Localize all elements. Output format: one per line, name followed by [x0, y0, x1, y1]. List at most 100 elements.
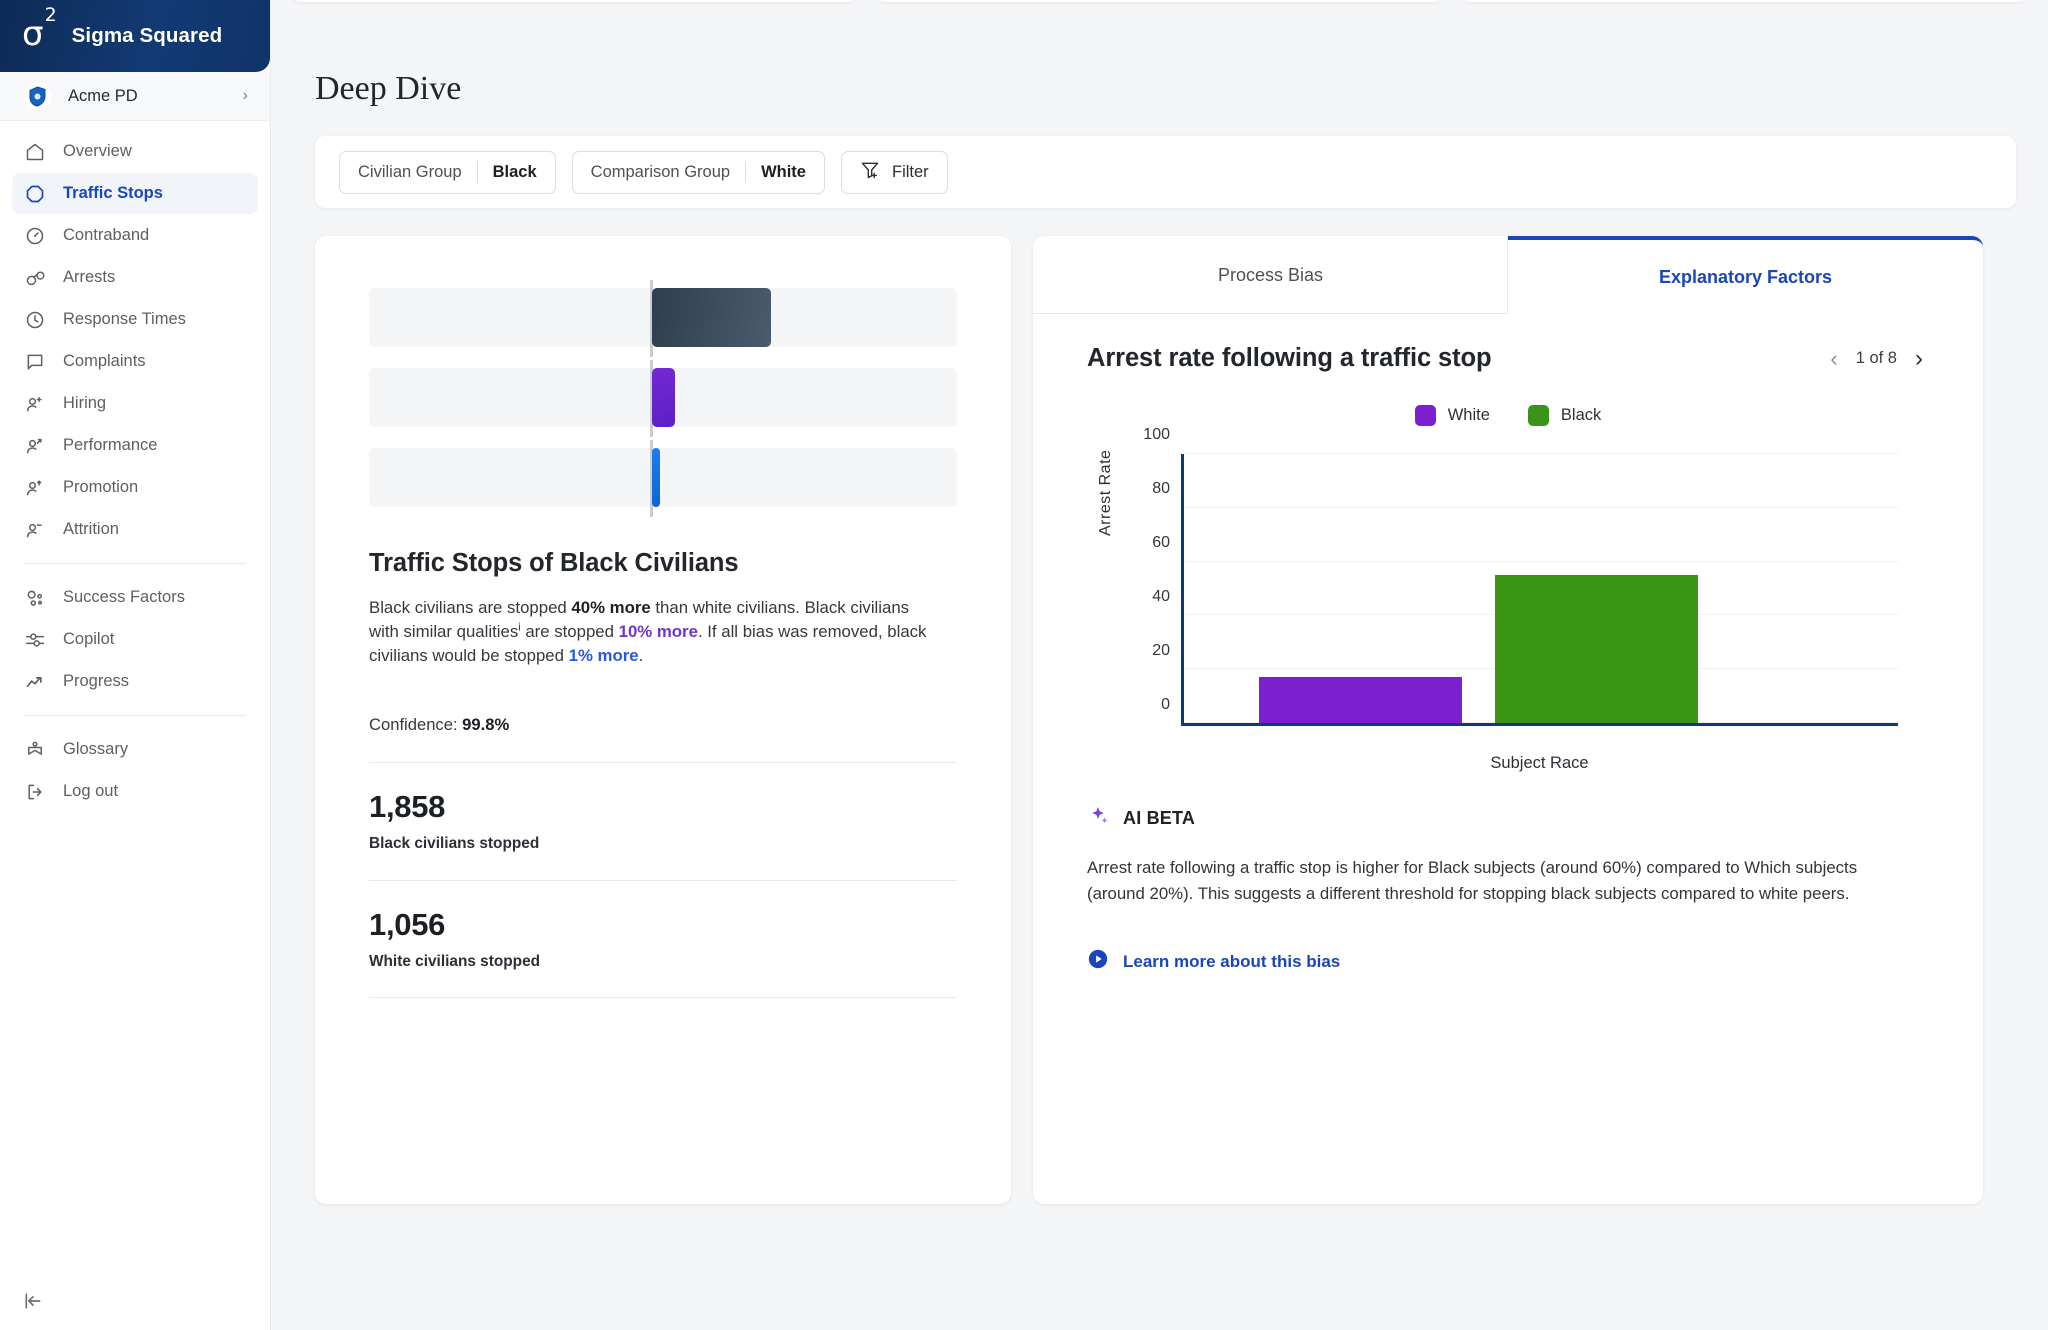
main-content: Deep Dive Civilian Group Black Compariso…: [271, 0, 2048, 1330]
body-segment-3: are stopped: [520, 621, 619, 641]
comparison-group-selector[interactable]: Comparison Group White: [571, 150, 825, 194]
sidebar-item-log-out[interactable]: Log out: [12, 771, 258, 812]
sidebar-divider-1: [24, 563, 246, 564]
legend-swatch-black: [1527, 405, 1549, 426]
plot-area: 0 20 40 60 80 100: [1143, 426, 1898, 726]
gridline: 100: [1143, 426, 1898, 454]
chip-divider: [745, 161, 747, 183]
sliders-icon: [24, 629, 46, 651]
chevron-right-icon: ›: [242, 87, 248, 104]
handcuffs-icon: [24, 267, 46, 289]
traffic-stops-summary-card: Traffic Stops of Black Civilians Black c…: [315, 236, 1011, 1204]
legend-item-black: Black: [1527, 405, 1602, 426]
chart-pager: ‹ 1 of 8 ›: [1830, 346, 1923, 371]
sidebar-item-performance[interactable]: Performance: [12, 425, 258, 466]
stat-black-civilians-stopped: 1,858 Black civilians stopped: [369, 761, 957, 853]
legend-label: Black: [1560, 406, 1602, 424]
sidebar-item-label: Response Times: [63, 310, 186, 328]
gauge-icon: [24, 225, 46, 247]
legend-item-white: White: [1414, 405, 1490, 426]
stat-white-civilians-stopped: 1,056 White civilians stopped: [369, 879, 957, 998]
clock-icon: [24, 309, 46, 331]
gridline: 60: [1152, 534, 1898, 562]
sidebar-item-contraband[interactable]: Contraband: [12, 215, 258, 256]
page-title: Deep Dive: [315, 70, 462, 107]
sidebar-item-label: Arrests: [63, 268, 116, 286]
mini-chart-row-2: [369, 360, 957, 437]
body-segment-1: Black civilians are stopped: [369, 598, 572, 617]
ai-beta-label: AI BETA: [1123, 808, 1196, 828]
left-card-title: Traffic Stops of Black Civilians: [369, 549, 739, 577]
offscreen-card-3: [1463, 0, 2026, 2]
sidebar-item-arrests[interactable]: Arrests: [12, 257, 258, 298]
mini-chart-track: [369, 448, 957, 507]
user-minus-icon: [24, 519, 46, 541]
sidebar-item-label: Complaints: [63, 352, 146, 370]
app-root: σ2 Sigma Squared Acme PD › Overview Traf…: [0, 0, 2048, 1330]
chart-legend: White Black: [1033, 405, 1983, 426]
chevron-left-icon[interactable]: ‹: [1830, 347, 1837, 370]
tab-process-bias[interactable]: Process Bias: [1033, 236, 1508, 314]
user-up-icon: [24, 477, 46, 499]
octagon-icon: [24, 183, 46, 205]
sidebar-item-attrition[interactable]: Attrition: [12, 509, 258, 550]
mini-bar-residual-bias-gap: [652, 448, 660, 507]
filter-plus-icon: [860, 160, 880, 185]
body-highlight-1-more: 1% more: [568, 645, 639, 665]
x-axis-label: Subject Race: [1490, 754, 1589, 772]
sigma-squared-logo-icon: σ2: [22, 3, 57, 54]
confidence-label: Confidence:: [369, 714, 463, 734]
org-switcher[interactable]: Acme PD ›: [0, 72, 270, 121]
sidebar-item-label: Contraband: [63, 226, 150, 244]
stat-value: 1,056: [369, 906, 446, 942]
civilian-group-selector[interactable]: Civilian Group Black: [339, 150, 556, 194]
y-axis-tick: 100: [1143, 426, 1170, 443]
stat-value: 1,858: [369, 788, 446, 824]
user-arrow-icon: [24, 435, 46, 457]
mini-bar-similar-qualities-gap: [652, 368, 675, 427]
sidebar-collapse-button[interactable]: [0, 1276, 270, 1330]
chip-divider: [476, 161, 478, 183]
mini-chart-row-3: [369, 440, 957, 517]
sidebar-item-promotion[interactable]: Promotion: [12, 467, 258, 508]
gridline: 80: [1152, 480, 1898, 508]
offscreen-card-1: [293, 0, 856, 2]
body-bold-40-more: 40% more: [571, 598, 651, 617]
stat-label: White civilians stopped: [369, 952, 541, 970]
brand-header: σ2 Sigma Squared: [0, 0, 270, 72]
chart-title: Arrest rate following a traffic stop: [1087, 344, 1492, 372]
confidence-row: Confidence: 99.8%: [369, 715, 957, 735]
sidebar-item-label: Performance: [63, 436, 158, 454]
learn-more-link[interactable]: Learn more about this bias: [1033, 906, 1983, 975]
arrest-rate-bar-chart: Arrest Rate 0 20 40 60 80 100 Subject Race: [1033, 426, 1983, 772]
sidebar-item-success-factors[interactable]: Success Factors: [12, 577, 258, 618]
pager-count: 1 of 8: [1855, 349, 1897, 367]
book-icon: [24, 739, 46, 761]
sidebar-item-glossary[interactable]: Glossary: [12, 729, 258, 770]
sidebar-item-hiring[interactable]: Hiring: [12, 383, 258, 424]
tab-explanatory-factors[interactable]: Explanatory Factors: [1508, 236, 1983, 314]
sidebar-item-label: Log out: [63, 782, 119, 800]
card-tabs: Process Bias Explanatory Factors: [1033, 236, 1983, 314]
body-highlight-10-more: 10% more: [618, 621, 698, 641]
sidebar-item-label: Hiring: [63, 394, 107, 412]
legend-swatch-white: [1414, 405, 1436, 426]
sidebar-item-traffic-stops[interactable]: Traffic Stops: [12, 173, 258, 214]
trend-up-icon: [24, 671, 46, 693]
sidebar-item-label: Progress: [63, 672, 130, 690]
chevron-right-icon[interactable]: ›: [1915, 346, 1923, 371]
sidebar-item-label: Attrition: [63, 520, 119, 538]
sidebar-item-copilot[interactable]: Copilot: [12, 619, 258, 660]
sidebar-item-complaints[interactable]: Complaints: [12, 341, 258, 382]
mini-chart-row-1: [369, 280, 957, 357]
play-circle-icon: [1087, 948, 1109, 975]
confidence-value: 99.8%: [462, 714, 510, 734]
y-axis-tick: 20: [1152, 642, 1170, 660]
sidebar-item-progress[interactable]: Progress: [12, 661, 258, 702]
sidebar-item-response-times[interactable]: Response Times: [12, 299, 258, 340]
offscreen-cards-strip: [271, 0, 2048, 2]
filter-button[interactable]: Filter: [840, 150, 948, 194]
sidebar-item-overview[interactable]: Overview: [12, 131, 258, 172]
filter-button-label: Filter: [891, 162, 929, 181]
